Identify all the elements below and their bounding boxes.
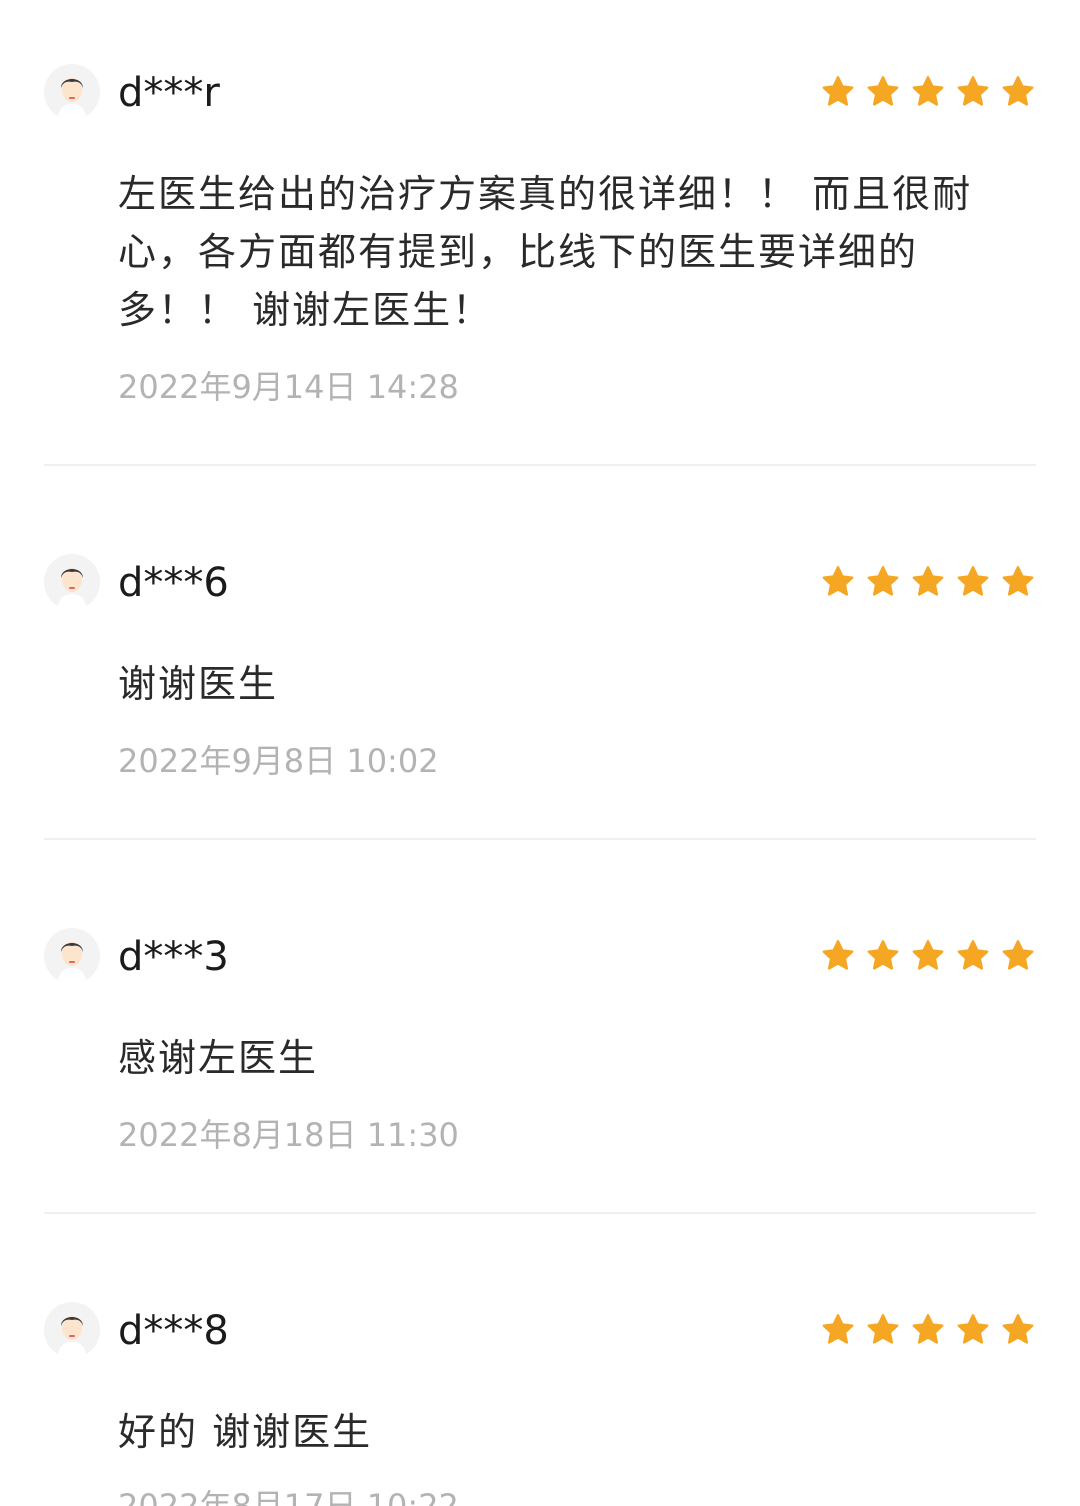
star-icon <box>1002 1314 1034 1344</box>
divider <box>44 1212 1036 1214</box>
username: d***3 <box>118 934 229 980</box>
star-icon <box>867 940 899 970</box>
star-icon <box>1002 940 1034 970</box>
star-icon <box>822 940 854 970</box>
user-avatar-icon[interactable] <box>44 1302 100 1358</box>
user-avatar-icon[interactable] <box>44 928 100 984</box>
divider <box>44 838 1036 840</box>
username: d***r <box>118 70 220 116</box>
divider <box>44 464 1036 466</box>
star-icon <box>1002 76 1034 106</box>
review-comment: 感谢左医生 <box>118 1036 319 1080</box>
review-comment: 谢谢医生 <box>118 662 279 706</box>
star-icon <box>822 1314 854 1344</box>
star-icon <box>957 940 989 970</box>
review-comment: 好的 谢谢医生 <box>118 1410 373 1454</box>
review-timestamp: 2022年9月8日 10:02 <box>118 742 439 780</box>
user-avatar-icon[interactable] <box>44 554 100 610</box>
username: d***6 <box>118 560 229 606</box>
review-timestamp: 2022年8月17日 10:22 <box>118 1487 459 1506</box>
star-icon <box>867 76 899 106</box>
star-icon <box>912 76 944 106</box>
star-icon <box>867 566 899 596</box>
star-icon <box>912 1314 944 1344</box>
star-rating <box>820 72 1036 112</box>
star-icon <box>912 940 944 970</box>
star-icon <box>957 76 989 106</box>
username: d***8 <box>118 1308 229 1354</box>
star-icon <box>822 566 854 596</box>
review-timestamp: 2022年8月18日 11:30 <box>118 1116 459 1154</box>
star-icon <box>957 1314 989 1344</box>
review-timestamp: 2022年9月14日 14:28 <box>118 368 459 406</box>
star-icon <box>1002 566 1034 596</box>
user-avatar-icon[interactable] <box>44 64 100 120</box>
star-icon <box>822 76 854 106</box>
star-rating <box>820 562 1036 602</box>
star-rating <box>820 936 1036 976</box>
star-icon <box>912 566 944 596</box>
star-icon <box>957 566 989 596</box>
star-icon <box>867 1314 899 1344</box>
review-comment: 左医生给出的治疗方案真的很详细！！ 而且很耐心，各方面都有提到，比线下的医生要详… <box>118 172 973 332</box>
star-rating <box>820 1310 1036 1350</box>
